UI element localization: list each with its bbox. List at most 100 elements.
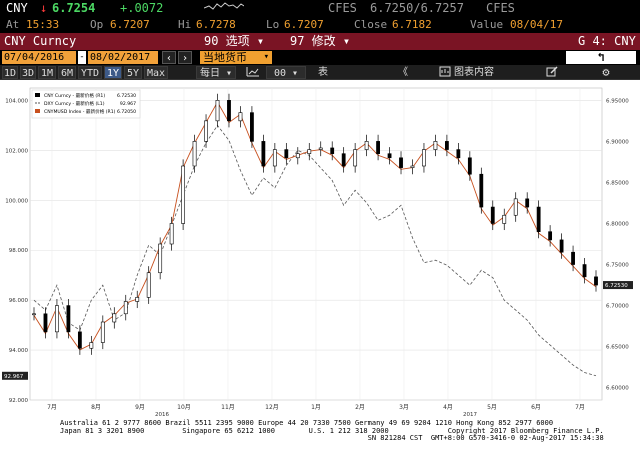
dxy-last-value: 92.967 [4,374,24,380]
cny-candle-body [467,157,472,175]
x-tick-label: 6月 [531,404,541,411]
security-name: CNY Curncy [4,34,77,48]
grid-lines [29,87,603,401]
prev-arrow-icon[interactable]: ‹ [162,51,176,64]
value-label: Value [470,18,504,31]
ticker: CNY [6,1,28,15]
right-tick-label: 6.60000 [606,386,629,392]
line-chart-icon[interactable] [244,66,262,79]
cny-candle-body [364,141,369,150]
cny-candle-body [376,141,380,154]
cny-candle-body [479,173,484,208]
cny-candle-body [43,313,48,333]
footer-line-3: SN 821284 CST GMT+8:00 G570-3416-0 02-Au… [60,434,604,442]
period-ytd[interactable]: YTD [78,66,102,79]
legend-series-name: CNY Curncy - 最新价格 (R1) [44,92,105,99]
x-tick-label: 9月 [135,404,145,411]
legend-series-value: 6.72530 [117,93,136,99]
lo-value: 6.7207 [284,18,324,31]
x-tick-label: 3月 [399,404,409,411]
cny-candle-body [89,342,94,349]
close-label: Close [354,18,388,31]
currency-select[interactable]: 当地货币 ▾ [200,51,272,64]
period-1d[interactable]: 1D [2,66,18,79]
source: CFES [328,1,357,15]
cny-candle-body [525,198,530,208]
cny-candle-body [158,243,163,274]
quote-stats: At 15:33 Op 6.7207 Hi 6.7278 Lo 6.7207 C… [0,17,640,33]
edit-icon[interactable] [544,66,560,79]
period-1y[interactable]: 1Y [104,66,122,79]
at-label: At [6,18,20,31]
lo-label: Lo [266,18,280,31]
cny-candle-body [135,297,140,302]
value-date: 08/04/17 [510,18,563,31]
modify-menu[interactable]: 97 修改 ▾ [290,33,350,50]
cny-candle-body [181,165,186,224]
legend-swatch [35,109,40,113]
options-menu[interactable]: 90 选项 ▾ [204,33,264,50]
cny-candle-body [444,141,449,150]
x-tick-label: 11月 [221,404,235,411]
gear-icon[interactable]: ⚙ [598,66,614,79]
period-3d[interactable]: 3D [20,66,36,79]
cny-candle-body [307,149,312,154]
right-tick-label: 6.95000 [606,98,629,104]
cny-candle-body [513,198,518,216]
x-tick-label: 8月 [91,404,101,411]
x-tick-label: 10月 [177,404,191,411]
period-6m[interactable]: 6M [58,66,76,79]
chart-content-button[interactable]: 图表内容 [454,66,506,79]
collapse-button[interactable]: 《 [390,66,416,79]
price-chart: 104.000 102.000 100.000 98.000 96.000 94.000 9… [0,80,640,418]
op-label: Op [90,18,104,31]
title-bar: CNY Curncy 90 选项 ▾ 97 修改 ▾ G 4: CNY [0,33,640,50]
period-max[interactable]: Max [144,66,168,79]
footer-info: Australia 61 2 9777 8600 Brazil 5511 239… [0,418,640,460]
cny-candle-body [100,321,105,343]
cny-candle-body [571,251,575,265]
cny-candle-body [456,149,461,159]
left-tick-label: 92.000 [9,398,29,404]
legend-series-value: 6.72050 [117,109,136,115]
cny-candle-body [490,206,495,224]
cny-candle-body [548,231,553,241]
start-date-input[interactable]: 07/04/2016 [2,51,76,64]
legend-series-value: 92.967 [120,101,136,107]
cny-candle-body [272,149,277,167]
chart-content-icon[interactable] [438,66,452,79]
cny-candle-body [341,153,346,167]
frequency-select[interactable]: 每日 ▾ [196,66,236,79]
x-tick-label: 12月 [265,404,279,411]
cny-candle-body [146,272,151,298]
cny-candle-body [536,206,541,232]
chart-toolbar: 1D 3D 1M 6M YTD 1Y 5Y Max 每日 ▾ 00 ▾ 表 《 … [0,65,640,80]
cny-candle-body [227,100,231,122]
cnymusd-series-line [33,101,597,351]
period-1m[interactable]: 1M [38,66,56,79]
direction-arrow-icon: ↓ [40,1,48,15]
chart-type-select[interactable]: 00 ▾ [266,66,306,79]
cny-candle-body [55,305,59,333]
cny-candle-body [422,149,426,167]
end-date-input[interactable]: 08/02/2017 [88,51,158,64]
left-tick-label: 102.000 [5,148,28,154]
quote-header: CNY ↓ 6.7254 +.0072 CFES 6.7250/6.7257 C… [0,0,640,17]
cny-candle-body [261,141,266,167]
cny-candle-body [594,276,598,286]
last-price: 6.7254 [52,1,96,15]
cny-candle-body [433,141,438,150]
cny-candle-body [559,239,564,253]
currency-select-label: 当地货币 [203,51,247,64]
table-button[interactable]: 表 [316,66,330,79]
cny-candle-body [353,149,358,167]
back-button[interactable]: ↰ [566,51,636,64]
hi-label: Hi [178,18,192,31]
cny-candle-body [399,157,403,168]
cny-candle-body [250,112,254,142]
x-tick-label: 5月 [487,404,497,411]
dxy-series-line [33,124,597,377]
next-arrow-icon[interactable]: › [178,51,192,64]
period-5y[interactable]: 5Y [124,66,142,79]
left-tick-label: 104.000 [5,98,28,104]
